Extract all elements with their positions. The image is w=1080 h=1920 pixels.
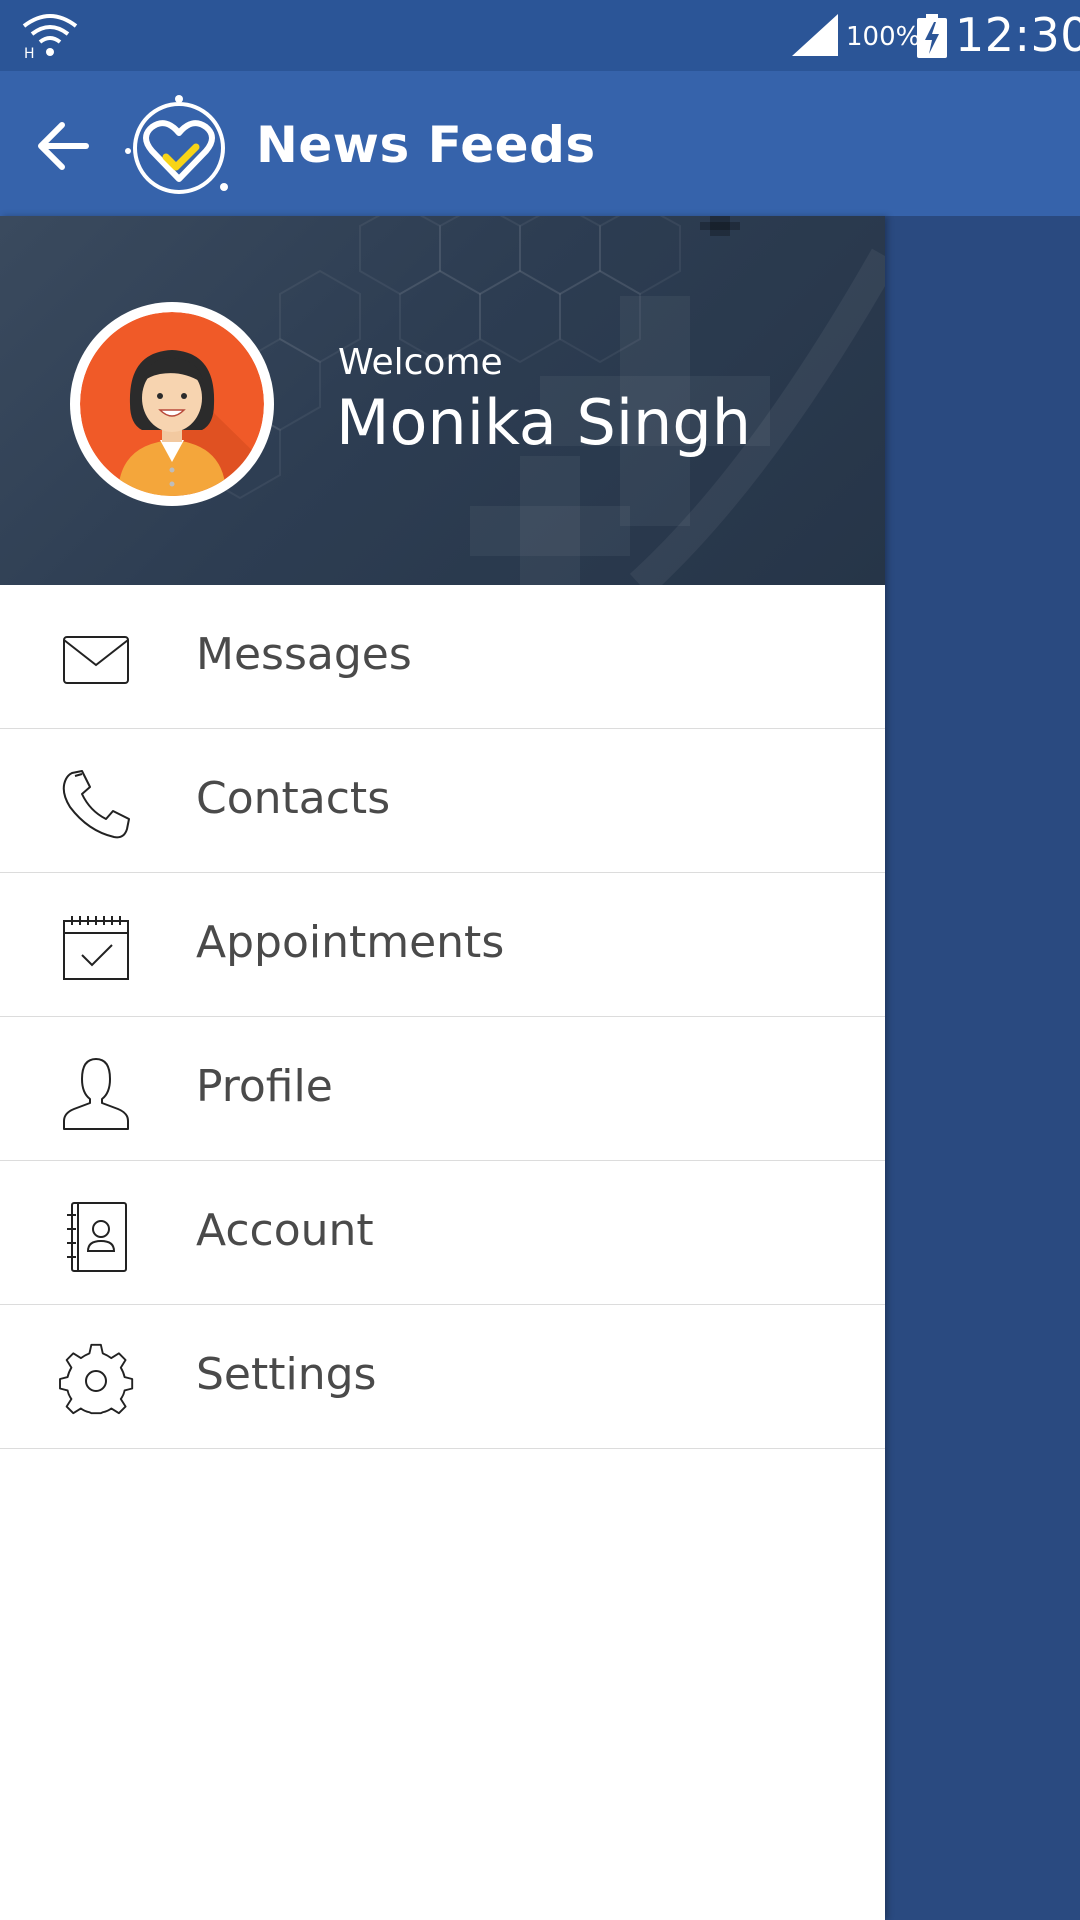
- network-type-text: H: [24, 46, 35, 60]
- menu-item-appointments[interactable]: Appointments: [0, 873, 885, 1017]
- welcome-label: Welcome: [338, 342, 503, 383]
- menu-item-messages[interactable]: Messages: [0, 585, 885, 729]
- menu-item-label: Settings: [196, 1349, 377, 1400]
- screen: H 100% 12:30 News Feeds Welcome Monika S…: [0, 0, 1080, 1920]
- clock: 12:30: [955, 8, 1080, 62]
- menu-item-label: Contacts: [196, 773, 391, 824]
- menu-item-label: Profile: [196, 1061, 333, 1112]
- drawer-menu: Messages Contacts Appointments Profile A…: [0, 585, 885, 1449]
- avatar[interactable]: [70, 302, 274, 506]
- menu-item-label: Account: [196, 1205, 374, 1256]
- menu-item-label: Messages: [196, 629, 412, 680]
- calendar-check-icon: [63, 916, 129, 980]
- menu-item-label: Appointments: [196, 917, 505, 968]
- back-arrow-icon[interactable]: [30, 113, 96, 179]
- phone-icon: [62, 770, 130, 839]
- page-title: News Feeds: [256, 116, 596, 174]
- navigation-drawer: Welcome Monika Singh Messages Contacts A…: [0, 216, 885, 1920]
- gear-icon: [59, 1343, 134, 1415]
- envelope-icon: [63, 636, 129, 684]
- battery-charging-icon: [917, 14, 947, 58]
- battery-percent: 100%: [846, 22, 921, 52]
- address-book-icon: [67, 1202, 127, 1272]
- menu-item-contacts[interactable]: Contacts: [0, 729, 885, 873]
- status-bar: H 100% 12:30: [0, 0, 1080, 71]
- menu-item-account[interactable]: Account: [0, 1161, 885, 1305]
- menu-item-profile[interactable]: Profile: [0, 1017, 885, 1161]
- user-icon: [63, 1058, 129, 1130]
- avatar-woman-icon: [80, 312, 264, 496]
- drawer-header: Welcome Monika Singh: [0, 216, 885, 585]
- drawer-scrim[interactable]: [885, 216, 1080, 1920]
- app-logo-icon: [125, 95, 228, 194]
- signal-icon: [792, 14, 838, 56]
- user-name: Monika Singh: [336, 386, 751, 459]
- app-bar: News Feeds: [0, 71, 1080, 216]
- menu-item-settings[interactable]: Settings: [0, 1305, 885, 1449]
- wifi-icon: H: [22, 14, 78, 60]
